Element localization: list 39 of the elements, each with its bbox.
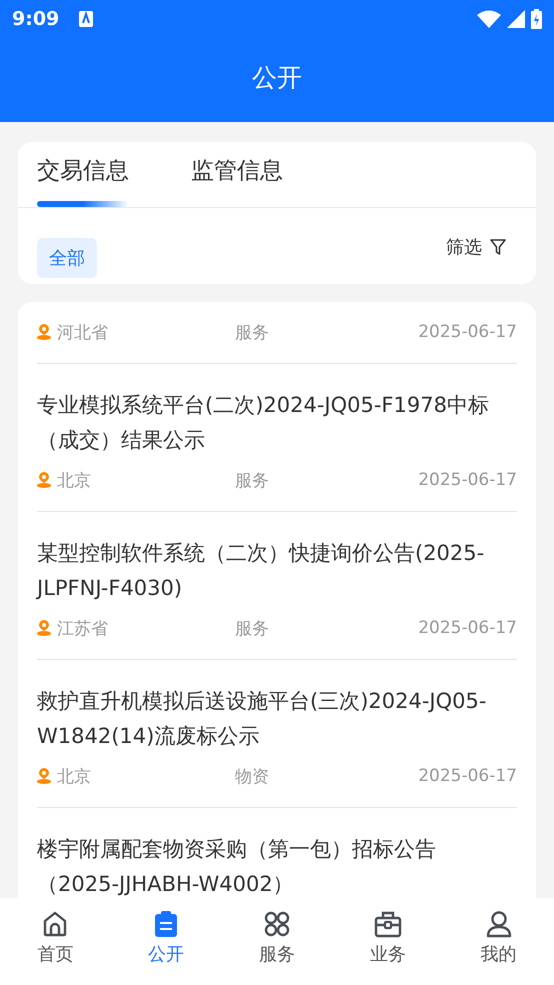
- location-pin-icon: [37, 620, 51, 636]
- location-pin-icon: [37, 768, 51, 784]
- location-pin-icon: [37, 472, 51, 488]
- filter-chip[interactable]: 全部: [37, 238, 97, 278]
- filter-icon[interactable]: [490, 238, 506, 256]
- toolbox-icon: [374, 910, 402, 938]
- location-pin-icon: [37, 324, 51, 340]
- tab[interactable]: 监管信息: [191, 142, 283, 207]
- category-text: 服务: [235, 470, 270, 492]
- battery-icon: [531, 9, 542, 29]
- person-icon: [484, 910, 513, 938]
- tab[interactable]: 交易信息: [37, 142, 129, 207]
- grid-icon: [262, 910, 291, 938]
- category-text: 物资: [235, 766, 270, 788]
- notice-title[interactable]: 楼宇附属配套物资采购（第一包）招标公告（2025-JJHABH-W4002）: [37, 822, 517, 898]
- region-text: 北京: [57, 766, 91, 788]
- signal-icon: [507, 10, 525, 28]
- nav-tab[interactable]: 首页: [0, 898, 111, 985]
- keyboard-icon: [79, 11, 94, 27]
- date-text: 2025-06-17: [418, 322, 517, 342]
- page-title: 公开: [252, 62, 302, 94]
- nav-tab[interactable]: 业务: [332, 898, 444, 985]
- notice-title[interactable]: 某型控制软件系统（二次）快捷询价公告(2025-JLPFNJ-F4030): [37, 526, 517, 606]
- nav-tab[interactable]: 服务: [222, 898, 332, 985]
- category-text: 服务: [235, 618, 270, 640]
- nav-tab[interactable]: 我的: [443, 898, 554, 985]
- region-text: 河北省: [57, 322, 108, 344]
- date-text: 2025-06-17: [418, 766, 517, 786]
- region-text: 北京: [57, 470, 91, 492]
- notice-title[interactable]: 专业模拟系统平台(二次)2024-JQ05-F1978中标（成交）结果公示: [37, 378, 517, 458]
- filter-label[interactable]: 筛选: [446, 235, 482, 259]
- category-text: 服务: [235, 322, 270, 344]
- wifi-icon: [477, 10, 501, 28]
- nav-tab[interactable]: 公开: [110, 898, 222, 985]
- date-text: 2025-06-17: [418, 618, 517, 638]
- region-text: 江苏省: [57, 618, 108, 640]
- notice-title[interactable]: 救护直升机模拟后送设施平台(三次)2024-JQ05-W1842(14)流废标公示: [37, 674, 517, 754]
- clock-time: 9:09: [12, 8, 60, 30]
- date-text: 2025-06-17: [418, 470, 517, 490]
